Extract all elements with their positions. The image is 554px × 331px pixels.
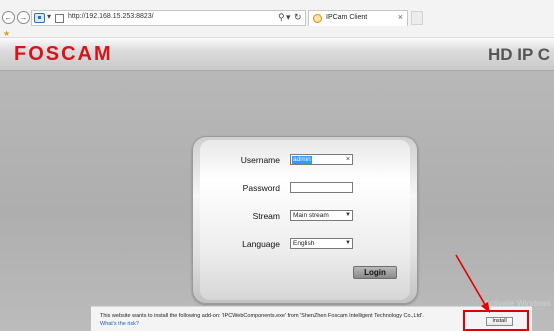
arrow-shaft	[455, 254, 488, 309]
annotation-arrow	[455, 254, 490, 313]
arrow-head	[481, 302, 490, 313]
